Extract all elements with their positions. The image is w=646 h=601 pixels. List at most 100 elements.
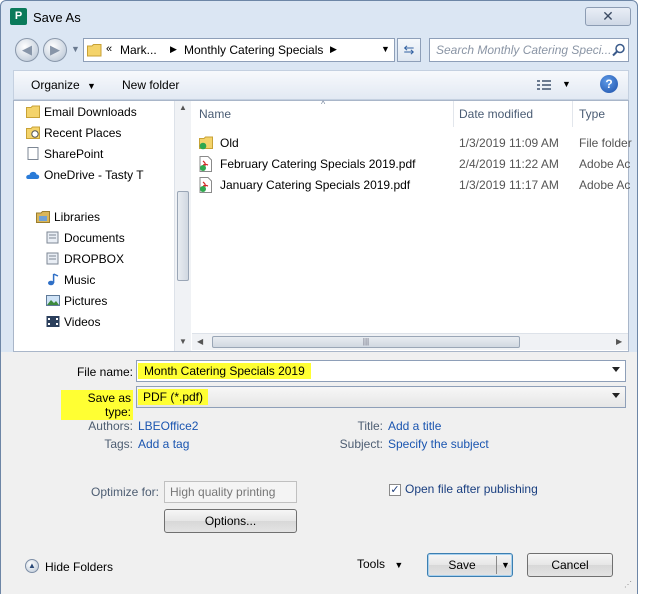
save-label: Save [448, 558, 476, 572]
search-icon[interactable] [612, 43, 626, 57]
sidebar-item-pictures[interactable]: Pictures [46, 291, 108, 311]
sidebar-item-recent-places[interactable]: Recent Places [26, 123, 122, 143]
column-header-date[interactable]: Date modified [459, 107, 533, 121]
forward-button[interactable]: ▶ [43, 38, 67, 62]
address-bar[interactable]: « Mark... ▶ Monthly Catering Specials ▶ … [83, 38, 395, 62]
sort-ascending-icon: ^ [321, 99, 326, 109]
options-button[interactable]: Options... [164, 509, 297, 533]
close-button[interactable]: ✕ [585, 7, 631, 26]
tags-label: Tags: [104, 437, 133, 451]
search-box[interactable]: Search Monthly Catering Speci... [429, 38, 629, 62]
collapse-up-icon[interactable]: ▲ [25, 559, 39, 573]
refresh-button[interactable]: ⇆ [397, 38, 421, 62]
save-as-type-label: Save as type: [61, 390, 133, 420]
column-header-type[interactable]: Type [579, 107, 605, 121]
scroll-thumb[interactable] [177, 191, 189, 281]
save-as-type-select[interactable]: PDF (*.pdf) [136, 386, 626, 408]
subject-value[interactable]: Specify the subject [388, 437, 489, 451]
file-date: 1/3/2019 11:17 AM [459, 178, 559, 192]
hide-folders-button[interactable]: Hide Folders [45, 560, 113, 574]
file-name: Old [220, 136, 239, 150]
publisher-app-icon: P [10, 8, 27, 25]
sidebar-item-dropbox[interactable]: DROPBOX [46, 249, 125, 269]
breadcrumb-separator-icon[interactable]: ▶ [330, 44, 337, 55]
scroll-thumb[interactable]: ||| [212, 336, 520, 348]
scroll-up-icon[interactable]: ▲ [179, 103, 187, 112]
back-arrow-icon: ◀ [22, 42, 32, 57]
breadcrumb-separator-icon[interactable]: ▶ [170, 44, 177, 55]
music-icon [48, 273, 59, 286]
resize-grip-icon[interactable]: ⋰ [624, 581, 634, 591]
scroll-right-icon[interactable]: ▶ [616, 337, 622, 346]
column-header-name[interactable]: Name [199, 107, 231, 121]
help-icon[interactable]: ? [600, 75, 618, 93]
pictures-icon [46, 295, 60, 306]
chevron-down-icon[interactable]: ▼ [501, 554, 510, 576]
sidebar-item-documents[interactable]: Documents [46, 228, 125, 248]
sidebar-item-videos[interactable]: Videos [46, 312, 101, 332]
title-value[interactable]: Add a title [388, 419, 441, 433]
command-toolbar: Organize ▼ New folder ▼ ? [13, 70, 629, 100]
scroll-down-icon[interactable]: ▼ [179, 337, 187, 346]
authors-value[interactable]: LBEOffice2 [138, 419, 198, 433]
sidebar-item-sharepoint[interactable]: SharePoint [27, 144, 103, 164]
sidebar-item-onedrive[interactable]: OneDrive - Tasty T [26, 165, 144, 185]
view-options-icon[interactable] [537, 79, 553, 91]
overflow-chevron-icon[interactable]: « [106, 43, 112, 55]
sidebar-item-label: Music [64, 273, 96, 287]
folder-icon [199, 136, 213, 150]
documents-icon [46, 231, 59, 244]
sidebar-item-label: Libraries [54, 210, 101, 224]
tools-label: Tools [357, 557, 386, 571]
sidebar-item-label: Videos [64, 315, 101, 329]
organize-button[interactable]: Organize ▼ [31, 78, 96, 92]
split-divider [496, 556, 497, 574]
open-after-publishing-checkbox[interactable]: ✓ [389, 484, 401, 496]
file-name-input[interactable]: Month Catering Specials 2019 [136, 360, 626, 382]
organize-label: Organize [31, 78, 80, 92]
tags-value[interactable]: Add a tag [138, 437, 189, 451]
view-dropdown-icon[interactable]: ▼ [562, 79, 571, 89]
sidebar-item-libraries[interactable]: Libraries [36, 207, 101, 227]
sidebar-item-label: Recent Places [44, 126, 122, 140]
open-after-publishing-label[interactable]: Open file after publishing [405, 482, 538, 496]
file-list-scrollbar[interactable]: ◀ ||| ▶ [192, 333, 628, 350]
cancel-button[interactable]: Cancel [527, 553, 613, 577]
content-pane: Email Downloads Recent Places SharePoint… [13, 99, 632, 352]
save-button[interactable]: Save ▼ [427, 553, 513, 577]
refresh-icon: ⇆ [403, 42, 415, 57]
column-header-row: ^ Name Date modified Type [192, 99, 628, 127]
navigation-scrollbar[interactable]: ▲ ▼ [174, 101, 191, 351]
sidebar-item-label: Pictures [64, 294, 108, 308]
recent-locations-dropdown[interactable]: ▼ [71, 44, 80, 54]
documents-icon [46, 252, 59, 265]
chevron-down-icon[interactable] [612, 393, 620, 398]
tools-button[interactable]: Tools ▼ [357, 557, 403, 571]
save-as-type-value: PDF (*.pdf) [138, 389, 209, 405]
file-date: 2/4/2019 11:22 AM [459, 157, 559, 171]
sidebar-item-email-downloads[interactable]: Email Downloads [26, 102, 137, 122]
back-button[interactable]: ◀ [15, 38, 39, 62]
window-title: Save As [33, 10, 81, 25]
column-divider[interactable] [572, 101, 573, 127]
folder-icon [26, 105, 40, 118]
page-icon [27, 147, 39, 160]
breadcrumb-item[interactable]: Monthly Catering Specials [184, 43, 323, 57]
file-type: Adobe Ac [579, 157, 631, 171]
file-type: Adobe Ac [579, 178, 631, 192]
chevron-down-icon: ▼ [87, 81, 96, 91]
sidebar-item-label: DROPBOX [64, 252, 125, 266]
scroll-left-icon[interactable]: ◀ [197, 337, 203, 346]
title-label: Title: [357, 419, 383, 433]
optimize-for-label: Optimize for: [90, 485, 159, 499]
new-folder-button[interactable]: New folder [122, 78, 179, 92]
sidebar-item-music[interactable]: Music [48, 270, 96, 290]
file-name-label: File name: [76, 365, 133, 379]
chevron-down-icon[interactable] [612, 367, 620, 372]
save-as-dialog: P Save As ✕ ◀ ▶ ▼ « Mark... ▶ Monthly Ca… [0, 0, 638, 594]
address-dropdown-icon[interactable]: ▼ [381, 44, 390, 54]
breadcrumb-item[interactable]: Mark... [120, 43, 157, 57]
pdf-icon [199, 177, 212, 193]
optimize-for-value: High quality printing [170, 485, 276, 499]
column-divider[interactable] [453, 101, 454, 127]
